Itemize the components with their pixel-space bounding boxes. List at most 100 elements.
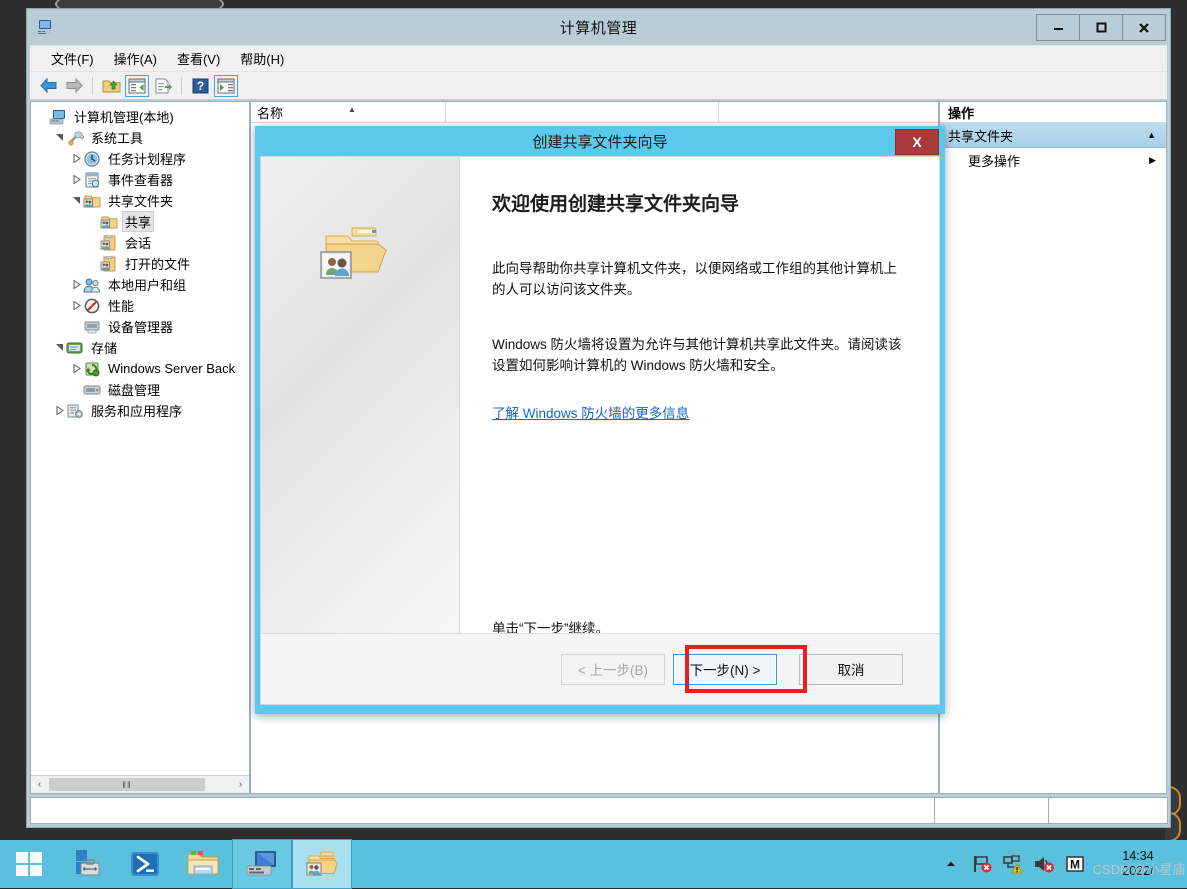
tree-node-14[interactable]: 服务和应用程序	[35, 400, 249, 421]
maximize-button[interactable]	[1079, 14, 1123, 41]
column-header-secondary[interactable]	[446, 102, 719, 122]
computer-management-taskbar-icon[interactable]	[232, 839, 292, 889]
tree-node-2[interactable]: 任务计划程序	[35, 148, 249, 169]
server-manager-icon[interactable]	[58, 840, 116, 888]
twisty-none	[86, 211, 100, 232]
up-folder-icon[interactable]	[99, 75, 123, 97]
task-scheduler-icon	[83, 150, 101, 167]
wizard-content: 欢迎使用创建共享文件夹向导 此向导帮助你共享计算机文件夹，以便网络或工作组的其他…	[261, 157, 939, 636]
twisty-collapsed-icon[interactable]	[69, 358, 83, 379]
actions-group-shared-folders[interactable]: 共享文件夹 ▲	[940, 123, 1166, 148]
actions-pane-filler	[940, 172, 1166, 793]
taskbar-clock[interactable]: 14:34 2022/ CSDN @小星庙	[1093, 849, 1186, 879]
network-warning-icon[interactable]	[1002, 853, 1024, 875]
shared-folder-wizard-taskbar-icon[interactable]	[292, 839, 352, 889]
twisty-expanded-icon[interactable]	[52, 337, 66, 358]
wizard-titlebar[interactable]: 创建共享文件夹向导 X	[255, 126, 945, 156]
tree-node-11[interactable]: 存储	[35, 337, 249, 358]
scrollbar-thumb[interactable]: ‖‖	[49, 778, 205, 791]
tree-node-label: 服务和应用程序	[91, 404, 183, 419]
actions-group-label: 共享文件夹	[948, 128, 1014, 144]
tree-node-label: 本地用户和组	[108, 278, 187, 293]
menu-action[interactable]: 操作(A)	[105, 46, 166, 71]
system-tools-icon	[66, 130, 85, 146]
tree-horizontal-scrollbar[interactable]: ‹ ‖‖ ›	[31, 775, 249, 793]
twisty-expanded-icon[interactable]	[52, 127, 66, 148]
show-action-pane-icon[interactable]	[214, 74, 238, 97]
action-more-actions-label: 更多操作	[968, 153, 1021, 169]
twisty-none	[86, 232, 100, 253]
show-hide-tree-icon[interactable]	[125, 74, 149, 97]
tree-node-9[interactable]: 性能	[35, 295, 249, 316]
powershell-icon[interactable]	[116, 840, 174, 888]
twisty-none	[35, 106, 49, 127]
window-controls	[1036, 14, 1166, 41]
twisty-collapsed-icon[interactable]	[69, 274, 83, 295]
wizard-title: 创建共享文件夹向导	[532, 133, 668, 151]
status-bar	[30, 797, 1168, 824]
scroll-left-button[interactable]: ‹	[31, 777, 48, 792]
tree-node-label: 存储	[91, 341, 118, 356]
tree-node-10[interactable]: 设备管理器	[35, 316, 249, 337]
tree-node-label: 事件查看器	[108, 173, 174, 188]
event-viewer-icon	[83, 172, 101, 188]
tree-node-12[interactable]: Windows Server Back	[35, 358, 249, 379]
tree-node-3[interactable]: 事件查看器	[35, 169, 249, 190]
show-hidden-icons-chevron[interactable]	[940, 853, 962, 875]
tree-node-label: 计算机管理(本地)	[74, 110, 174, 125]
tree-node-1[interactable]: 系统工具	[35, 127, 249, 148]
tree-node-4[interactable]: 共享文件夹	[35, 190, 249, 211]
windows-start-icon[interactable]	[0, 840, 58, 888]
toolbar-separator-1	[92, 76, 93, 95]
wizard-cancel-button[interactable]: 取消	[799, 653, 903, 685]
menu-help[interactable]: 帮助(H)	[231, 46, 293, 71]
action-more-actions[interactable]: 更多操作 ▶	[940, 148, 1166, 172]
scrollbar-track[interactable]	[206, 777, 232, 792]
twisty-collapsed-icon[interactable]	[69, 295, 83, 316]
close-button[interactable]	[1122, 14, 1166, 41]
tree-node-5[interactable]: 共享	[35, 211, 249, 232]
tree-node-6[interactable]: 会话	[35, 232, 249, 253]
twisty-none	[69, 379, 83, 400]
menu-file[interactable]: 文件(F)	[42, 46, 103, 71]
system-tray: M 14:34 2022/ CSDN @小星庙	[940, 840, 1187, 888]
window-titlebar[interactable]: 计算机管理	[27, 9, 1170, 45]
tree-node-0[interactable]: 计算机管理(本地)	[35, 106, 249, 127]
svg-text:?: ?	[196, 79, 203, 93]
wizard-close-button[interactable]: X	[895, 129, 939, 155]
network-flag-error-icon[interactable]	[971, 853, 993, 875]
column-header-name[interactable]: 名称 ▲	[251, 102, 446, 122]
menu-view[interactable]: 查看(V)	[168, 46, 229, 71]
file-explorer-icon[interactable]	[174, 840, 232, 888]
minimize-button[interactable]	[1036, 14, 1080, 41]
tree-node-7[interactable]: 打开的文件	[35, 253, 249, 274]
volume-muted-icon[interactable]	[1033, 853, 1055, 875]
twisty-collapsed-icon[interactable]	[52, 400, 66, 421]
sessions-icon	[100, 234, 118, 251]
tree-node-label: 任务计划程序	[108, 152, 187, 167]
tree-node-label: 共享	[122, 211, 155, 232]
storage-icon	[66, 340, 84, 356]
actions-pane: 操作 共享文件夹 ▲ 更多操作 ▶	[939, 101, 1167, 794]
tree-node-8[interactable]: 本地用户和组	[35, 274, 249, 295]
wizard-next-button[interactable]: 下一步(N) >	[673, 653, 777, 685]
back-arrow-icon[interactable]	[36, 75, 60, 97]
twisty-expanded-icon[interactable]	[69, 190, 83, 211]
wizard-back-button[interactable]: < 上一步(B)	[561, 653, 665, 685]
window-title: 计算机管理	[559, 19, 638, 37]
tree-node-13[interactable]: 磁盘管理	[35, 379, 249, 400]
firewall-more-info-link[interactable]: 了解 Windows 防火墙的更多信息	[492, 402, 689, 422]
status-pane-1	[934, 797, 1049, 824]
scroll-right-button[interactable]: ›	[232, 777, 249, 792]
help-icon[interactable]: ?	[188, 75, 212, 97]
wizard-inner-panel: 欢迎使用创建共享文件夹向导 此向导帮助你共享计算机文件夹，以便网络或工作组的其他…	[260, 156, 940, 705]
device-manager-icon	[83, 319, 101, 335]
forward-arrow-icon[interactable]	[62, 75, 86, 97]
shares-icon	[100, 214, 118, 230]
twisty-collapsed-icon[interactable]	[69, 169, 83, 190]
mcafee-icon[interactable]: M	[1064, 853, 1086, 875]
svg-text:M: M	[1070, 858, 1080, 872]
export-list-icon[interactable]	[151, 75, 175, 97]
twisty-collapsed-icon[interactable]	[69, 148, 83, 169]
wizard-main-content: 欢迎使用创建共享文件夹向导 此向导帮助你共享计算机文件夹，以便网络或工作组的其他…	[460, 157, 939, 636]
